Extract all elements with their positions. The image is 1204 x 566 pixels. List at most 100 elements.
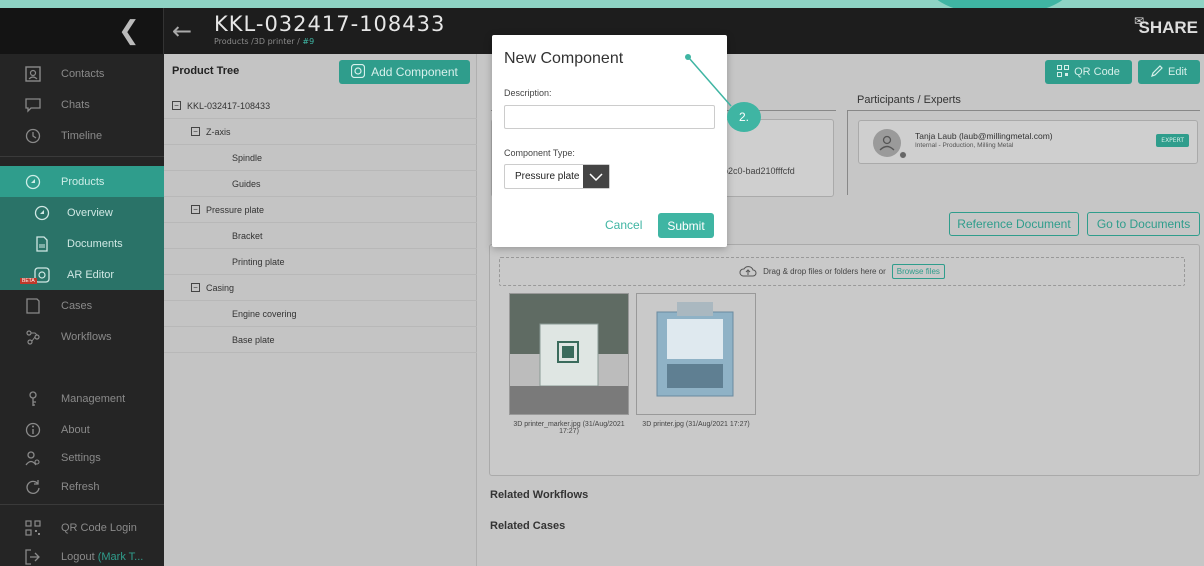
sidebar-item-chats[interactable]: Chats: [0, 89, 164, 120]
sidebar-item-management[interactable]: Management: [0, 383, 164, 414]
header-sidebar-area: ❮: [0, 8, 164, 54]
component-type-select[interactable]: Pressure plate: [504, 164, 610, 189]
management-icon: [24, 390, 42, 408]
upload-cloud-icon: [739, 265, 757, 279]
breadcrumb-path[interactable]: Products /3D printer /: [214, 37, 300, 46]
logout-user: (Mark T...: [97, 550, 144, 563]
beta-badge: BETA: [20, 278, 37, 284]
add-component-button[interactable]: Add Component: [339, 60, 470, 84]
sidebar-item-settings[interactable]: Settings: [0, 442, 164, 473]
cancel-button[interactable]: Cancel: [605, 218, 642, 232]
edit-label: Edit: [1168, 66, 1187, 78]
cases-icon: [24, 297, 42, 315]
component-type-label: Component Type:: [504, 148, 575, 158]
collapse-toggle-icon[interactable]: −: [191, 205, 200, 214]
collapse-toggle-icon[interactable]: −: [191, 283, 200, 292]
edit-button[interactable]: Edit: [1138, 60, 1200, 84]
add-component-label: Add Component: [371, 65, 458, 79]
product-tree-panel: Product Tree Add Component − KKL-032417-1…: [164, 54, 477, 566]
sidebar-item-label: Documents: [67, 237, 123, 250]
sidebar-item-label: Cases: [61, 299, 93, 312]
tree-row[interactable]: Printing plate: [164, 249, 477, 275]
sidebar-item-timeline[interactable]: Timeline: [0, 120, 164, 151]
file-thumbnail[interactable]: [509, 293, 629, 415]
new-component-dialog: New Component Description: Component Typ…: [492, 35, 727, 247]
tree-row[interactable]: Spindle: [164, 145, 477, 171]
qr-icon: [1057, 64, 1070, 80]
file-dropzone[interactable]: Drag & drop files or folders here or Bro…: [499, 257, 1185, 286]
tree-row[interactable]: Engine covering: [164, 301, 477, 327]
qr-code-button[interactable]: QR Code: [1045, 60, 1132, 84]
printer-photo: [637, 294, 755, 414]
tree-row[interactable]: Base plate: [164, 327, 477, 353]
column-divider: [847, 110, 848, 195]
sidebar-item-contacts[interactable]: Contacts: [0, 58, 164, 89]
tree-row[interactable]: − KKL-032417-108433: [164, 93, 477, 119]
breadcrumb-id[interactable]: #9: [302, 37, 314, 46]
participant-card[interactable]: Tanja Laub (laub@millingmetal.com) Inter…: [858, 120, 1198, 164]
settings-icon: [24, 449, 42, 467]
tree-row[interactable]: − Pressure plate: [164, 197, 477, 223]
description-input[interactable]: [504, 105, 715, 129]
tree-row-label: Casing: [206, 282, 235, 293]
sidebar-item-products[interactable]: Products: [0, 166, 164, 197]
workflows-icon: [24, 328, 42, 346]
refresh-icon: [24, 478, 42, 496]
avatar: [873, 129, 901, 157]
collapse-toggle-icon[interactable]: −: [172, 101, 181, 110]
browse-files-button[interactable]: Browse files: [891, 264, 945, 279]
contacts-icon: [24, 65, 42, 83]
collapse-toggle-icon[interactable]: −: [191, 127, 200, 136]
page-title: KKL-032417-108433: [214, 12, 446, 36]
sidebar-item-workflows[interactable]: Workflows: [0, 321, 164, 352]
sidebar-item-label: Workflows: [61, 330, 112, 343]
sidebar-item-label: QR Code Login: [61, 521, 137, 534]
file-thumbnail[interactable]: [636, 293, 756, 415]
tree-row-label: Guides: [232, 178, 261, 189]
sidebar-item-overview[interactable]: Overview: [0, 197, 164, 228]
sidebar-item-label: Logout (Mark T...: [61, 551, 143, 563]
sidebar-item-cases[interactable]: Cases: [0, 290, 164, 321]
tree-row-label: Bracket: [232, 230, 263, 241]
clock-icon: [24, 127, 42, 145]
tree-row-label: Z-axis: [206, 126, 231, 137]
sidebar-item-label: Chats: [61, 98, 90, 111]
status-dot: [899, 151, 907, 159]
component-type-value: Pressure plate: [515, 171, 580, 182]
sidebar-item-qr-code-login[interactable]: QR Code Login: [0, 512, 164, 543]
back-arrow-icon[interactable]: ←: [172, 18, 192, 44]
go-to-documents-button[interactable]: Go to Documents: [1087, 212, 1200, 236]
tree-row[interactable]: − Casing: [164, 275, 477, 301]
participant-org: Internal - Production, Milling Metal: [915, 142, 1014, 149]
tree-row[interactable]: Guides: [164, 171, 477, 197]
tree-row[interactable]: Bracket: [164, 223, 477, 249]
product-tree-heading: Product Tree: [172, 65, 240, 77]
sidebar-item-refresh[interactable]: Refresh: [0, 471, 164, 502]
add-component-icon: [351, 63, 366, 81]
pencil-icon: [1151, 64, 1163, 80]
sidebar: Contacts Chats Timeline Products Overvie…: [0, 54, 164, 566]
file-caption: 3D printer_marker.jpg (31/Aug/2021 17:27…: [513, 421, 625, 435]
sidebar-item-label: Products: [61, 175, 105, 188]
sidebar-item-label: AR Editor: [67, 268, 115, 281]
description-label: Description:: [504, 88, 552, 98]
chevron-down-icon[interactable]: [583, 165, 609, 188]
sidebar-item-label: Settings: [61, 451, 101, 464]
product-id-fragment: -b2c0-bad210fffcfd: [720, 166, 795, 176]
sidebar-divider: [0, 156, 164, 157]
sidebar-item-label: Overview: [67, 206, 113, 219]
tree-row-label: Pressure plate: [206, 204, 265, 215]
sidebar-item-about[interactable]: About: [0, 414, 164, 445]
product-icon: [24, 173, 42, 191]
sidebar-item-documents[interactable]: Documents: [0, 228, 164, 259]
reference-document-button[interactable]: Reference Document: [949, 212, 1079, 236]
dialog-title: New Component: [504, 50, 624, 67]
sidebar-item-ar-editor[interactable]: BETA AR Editor: [0, 259, 164, 290]
collapse-sidebar-icon[interactable]: ❮: [118, 16, 140, 46]
submit-button[interactable]: Submit: [658, 213, 714, 238]
sidebar-item-label: About: [61, 423, 90, 436]
sidebar-item-label: Refresh: [61, 480, 100, 493]
tree-row-label: Spindle: [232, 152, 263, 163]
sidebar-item-logout[interactable]: Logout (Mark T...: [0, 541, 164, 566]
tree-row[interactable]: − Z-axis: [164, 119, 477, 145]
